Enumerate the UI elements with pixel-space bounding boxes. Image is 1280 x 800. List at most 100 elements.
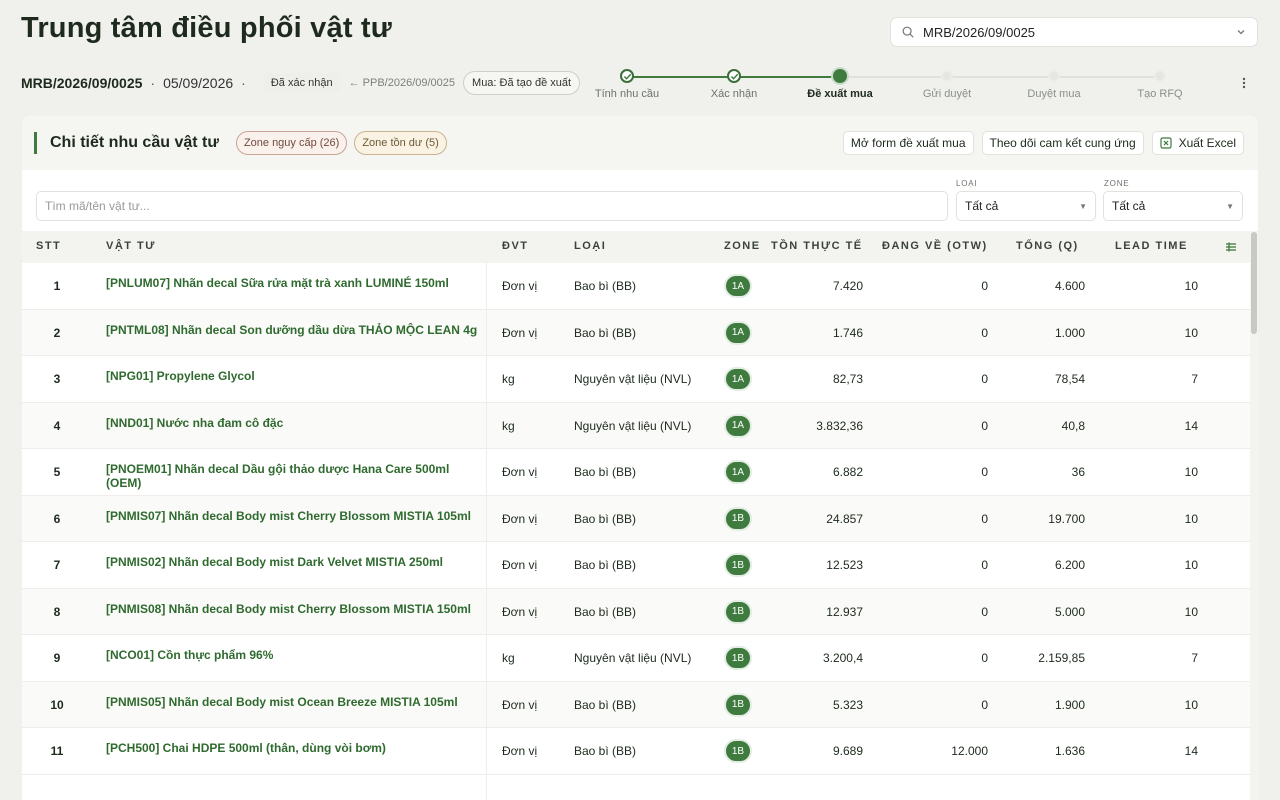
check-icon <box>620 69 634 83</box>
col-item[interactable]: VẬT TƯ <box>106 240 156 252</box>
row-otw: 0 <box>981 418 988 433</box>
row-unit: Đơn vị <box>502 744 538 758</box>
item-name-link[interactable]: [NND01] Nước nha đam cô đặc <box>106 403 484 449</box>
table-row[interactable]: 10 [PNMIS05] Nhãn decal Body mist Ocean B… <box>22 681 1250 728</box>
type-filter-label: LOẠI <box>956 179 978 188</box>
table-row[interactable]: 8 [PNMIS08] Nhãn decal Body mist Cherry B… <box>22 588 1250 635</box>
step-purchase-proposal[interactable]: Đề xuất mua <box>780 68 900 100</box>
item-name-link[interactable]: [PNLUM07] Nhãn decal Sữa rửa mặt trà xan… <box>106 263 484 309</box>
table-row[interactable]: 7 [PNMIS02] Nhãn decal Body mist Dark Vel… <box>22 542 1250 589</box>
zone-badge: 1B <box>724 553 752 577</box>
step-submit-approval[interactable]: Gửi duyệt <box>887 68 1007 100</box>
table-row[interactable]: 1 [PNLUM07] Nhãn decal Sữa rửa mặt trà xa… <box>22 263 1250 310</box>
item-name-link[interactable]: [PNMIS07] Nhãn decal Body mist Cherry Bl… <box>106 496 484 542</box>
row-unit: kg <box>502 418 515 433</box>
item-name-link[interactable]: [PNMIS02] Nhãn decal Body mist Dark Velv… <box>106 542 484 588</box>
step-approve-purchase[interactable]: Duyệt mua <box>994 68 1114 100</box>
row-total: 36 <box>1071 465 1085 479</box>
step-create-rfq[interactable]: Tạo RFQ <box>1100 68 1220 100</box>
col-type[interactable]: LOẠI <box>574 240 606 252</box>
step-confirm[interactable]: Xác nhận <box>674 68 794 100</box>
table-row[interactable]: 6 [PNMIS07] Nhãn decal Body mist Cherry B… <box>22 495 1250 542</box>
col-total[interactable]: TỔNG (Q) <box>1016 240 1079 252</box>
chevron-down-icon[interactable] <box>1235 26 1247 38</box>
item-name-link[interactable]: [PCH500] Chai HDPE 500ml (thân, dùng vòi… <box>106 728 484 774</box>
item-search-input[interactable]: Tìm mã/tên vật tư... <box>36 191 948 221</box>
zone-badge: 1A <box>724 274 752 298</box>
table-row[interactable]: 11 [PCH500] Chai HDPE 500ml (thân, dùng v… <box>22 728 1250 775</box>
step-calc-demand[interactable]: Tính nhu cầu <box>567 68 687 100</box>
col-stt[interactable]: STT <box>36 240 61 252</box>
row-otw: 0 <box>981 651 988 665</box>
prev-plan-link[interactable]: ← PPB/2026/09/0025 <box>349 77 455 89</box>
row-stt: 7 <box>53 558 61 572</box>
row-lead-time: 14 <box>1184 418 1198 433</box>
col-stock[interactable]: TỒN THỰC TẾ <box>771 240 863 252</box>
row-lead-time: 10 <box>1184 465 1198 479</box>
row-total: 1.900 <box>1054 697 1085 712</box>
col-unit[interactable]: ĐVT <box>502 240 529 252</box>
row-type: Bao bì (BB) <box>574 325 637 340</box>
row-unit: kg <box>502 651 515 665</box>
row-stt: 10 <box>50 697 64 712</box>
table-row[interactable]: 3 [NPG01] Propylene Glycol kg Nguyên vật li… <box>22 356 1250 403</box>
caret-down-icon: ▼ <box>1226 201 1234 211</box>
table-row[interactable]: 2 [PNTML08] Nhãn decal Son dưỡng dầu dừa … <box>22 309 1250 356</box>
row-unit: Đơn vị <box>502 465 538 479</box>
zone-filter-select[interactable]: Tất cả ▼ <box>1103 191 1243 221</box>
type-filter-select[interactable]: Tất cả ▼ <box>956 191 1096 221</box>
col-lead-time[interactable]: LEAD TIME <box>1115 240 1188 252</box>
more-vertical-icon[interactable] <box>1238 76 1250 90</box>
table-row[interactable]: 9 [NCO01] Cồn thực phẩm 96% kg Nguyên vật l… <box>22 635 1250 682</box>
purchase-status-badge: Mua: Đã tạo đề xuất <box>463 71 581 95</box>
row-total: 19.700 <box>1048 511 1085 526</box>
row-lead-time: 14 <box>1184 744 1198 758</box>
row-stt: 8 <box>53 604 61 619</box>
table-row[interactable]: 4 [NND01] Nước nha đam cô đặc kg Nguyên vật… <box>22 402 1250 449</box>
row-stt: 3 <box>53 372 61 386</box>
row-total: 1.636 <box>1054 744 1085 758</box>
row-unit: Đơn vị <box>502 325 538 340</box>
excel-icon <box>1160 137 1172 149</box>
row-otw: 0 <box>981 604 988 619</box>
card-title: Chi tiết nhu cầu vật tư <box>50 134 219 151</box>
table-body: 1 [PNLUM07] Nhãn decal Sữa rửa mặt trà xa… <box>22 263 1250 775</box>
zone-danger-filter[interactable]: Zone nguy cấp (26) <box>235 131 348 155</box>
workflow-stepper: Tính nhu cầu Xác nhận Đề xuất mua Gửi du… <box>573 68 1213 108</box>
row-stt: 9 <box>53 651 61 665</box>
column-divider <box>486 263 487 800</box>
zone-badge: 1B <box>724 739 752 763</box>
row-otw: 12.000 <box>951 744 988 758</box>
col-zone[interactable]: ZONE <box>724 240 761 252</box>
item-name-link[interactable]: [NPG01] Propylene Glycol <box>106 356 484 402</box>
row-lead-time: 10 <box>1184 279 1198 293</box>
search-input[interactable]: MRB/2026/09/0025 <box>890 17 1258 47</box>
scrollbar-thumb[interactable] <box>1251 232 1257 334</box>
item-name-link[interactable]: [PNMIS05] Nhãn decal Body mist Ocean Bre… <box>106 682 484 728</box>
meta-row: MRB/2026/09/0025 · 05/09/2026 · Đã xác n… <box>21 70 581 96</box>
separator-dot: · <box>241 75 246 91</box>
row-unit: Đơn vị <box>502 558 538 572</box>
row-stock: 3.832,36 <box>816 418 863 433</box>
table-row[interactable]: 5 [PNOEM01] Nhãn decal Dầu gội thảo dược … <box>22 449 1250 496</box>
export-excel-button[interactable]: Xuất Excel <box>1151 131 1244 155</box>
item-name-link[interactable]: [NCO01] Cồn thực phẩm 96% <box>106 635 484 681</box>
separator-dot: · <box>150 75 156 91</box>
row-type: Bao bì (BB) <box>574 558 637 572</box>
row-lead-time: 10 <box>1184 697 1198 712</box>
item-name-link[interactable]: [PNTML08] Nhãn decal Son dưỡng dầu dừa T… <box>106 310 484 356</box>
track-commitment-button[interactable]: Theo dõi cam kết cung ứng <box>981 131 1144 155</box>
row-total: 1.000 <box>1054 325 1085 340</box>
row-otw: 0 <box>981 558 988 572</box>
row-lead-time: 10 <box>1184 604 1198 619</box>
open-proposal-form-button[interactable]: Mở form đề xuất mua <box>842 131 974 155</box>
row-otw: 0 <box>981 465 988 479</box>
item-name-link[interactable]: [PNOEM01] Nhãn decal Dầu gội thảo dược H… <box>106 449 484 495</box>
pending-dot-icon <box>941 70 953 82</box>
item-name-link[interactable]: [PNMIS08] Nhãn decal Body mist Cherry Bl… <box>106 589 484 635</box>
row-type: Bao bì (BB) <box>574 604 637 619</box>
col-otw[interactable]: ĐANG VỀ (OTW) <box>882 240 988 252</box>
columns-settings-icon[interactable] <box>1224 240 1238 254</box>
caret-down-icon: ▼ <box>1079 201 1087 211</box>
zone-surplus-filter[interactable]: Zone tồn dư (5) <box>354 131 447 155</box>
